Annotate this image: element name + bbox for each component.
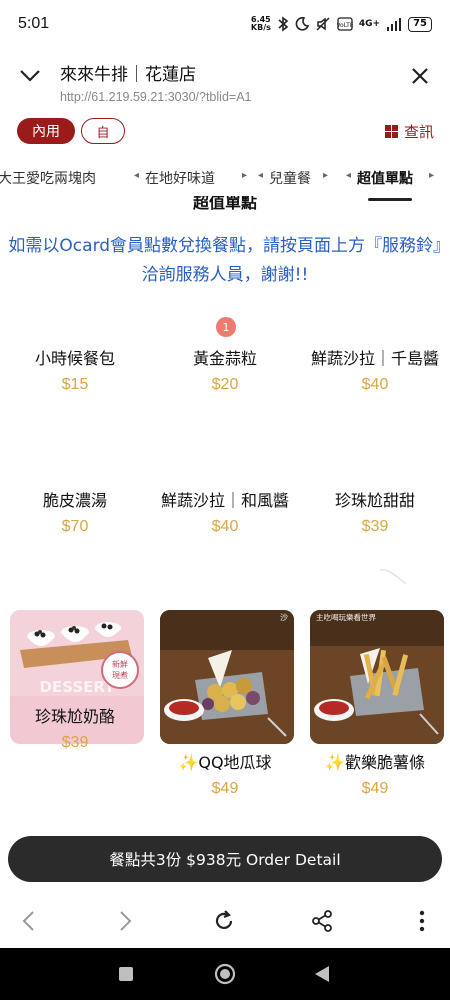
decorative-swirl-icon xyxy=(379,568,407,585)
tab-category-1[interactable]: 大王愛吃兩塊肉 xyxy=(0,168,96,188)
system-nav-bar xyxy=(0,948,450,1000)
tab-separator: ▸ xyxy=(429,170,435,181)
item-price: $40 xyxy=(211,518,239,535)
grid-icon xyxy=(384,124,398,138)
tab-separator: ◂ xyxy=(258,170,264,181)
chevron-down-icon[interactable] xyxy=(0,56,60,96)
tab-separator: ▸ xyxy=(242,170,248,181)
status-bar: 5:01 6.45 KB/s VoLTE 4G+ 75 xyxy=(0,0,450,48)
item-name: ✨歡樂脆薯條 xyxy=(325,753,425,772)
mode-row: 內用 自 查訊 xyxy=(0,116,450,146)
item-price: $40 xyxy=(361,376,389,393)
menu-item[interactable]: ✨歡樂脆薯條 $49 xyxy=(305,750,445,798)
self-pickup-button[interactable]: 自 xyxy=(81,118,125,144)
query-button[interactable]: 查訊 xyxy=(384,118,434,144)
menu-item[interactable]: ✨QQ地瓜球 $49 xyxy=(155,750,295,798)
item-price: $39 xyxy=(61,734,89,751)
menu-item[interactable]: 珍珠尬奶酪 $39 xyxy=(5,704,145,752)
menu-item[interactable]: 小時候餐包 $15 xyxy=(5,346,145,394)
sweet-potato-ball-image[interactable]: 沙 xyxy=(160,610,294,744)
mute-icon xyxy=(316,17,330,31)
svg-text:VoLTE: VoLTE xyxy=(337,22,353,29)
status-time: 5:01 xyxy=(18,15,50,32)
home-icon[interactable] xyxy=(213,962,237,986)
back-triangle-icon[interactable] xyxy=(310,962,334,986)
item-price: $70 xyxy=(61,518,89,535)
item-name: ✨QQ地瓜球 xyxy=(178,753,272,772)
tab-separator: ▸ xyxy=(323,170,329,181)
item-price: $49 xyxy=(211,780,239,797)
signal-icon xyxy=(387,18,402,31)
ball-caption: 沙 xyxy=(280,613,288,622)
tab-category-2[interactable]: 在地好味道 xyxy=(145,168,215,188)
pudding-watermark: DESSERT xyxy=(40,678,116,696)
back-arrow-icon[interactable] xyxy=(8,903,48,939)
close-icon[interactable] xyxy=(390,56,450,96)
fries-image[interactable]: 主吃喝玩樂看世界 xyxy=(310,610,444,744)
item-name: 脆皮濃湯 xyxy=(42,491,107,510)
fries-caption: 主吃喝玩樂看世界 xyxy=(316,612,376,622)
item-name: 黃金蒜粒 xyxy=(192,349,257,368)
menu-item[interactable]: 珍珠尬甜甜 $39 xyxy=(305,488,445,536)
browser-nav xyxy=(0,895,450,947)
cart-count-badge: 1 xyxy=(216,317,236,337)
item-price: $49 xyxy=(361,780,389,797)
dine-in-button[interactable]: 內用 xyxy=(17,118,75,144)
moon-icon xyxy=(295,17,309,31)
browser-title-block: 來來牛排｜花蓮店 http://61.219.59.21:3030/?tblid… xyxy=(60,56,390,104)
item-price: $15 xyxy=(61,376,89,393)
query-label: 查訊 xyxy=(403,122,434,141)
menu-item[interactable]: 脆皮濃湯 $70 xyxy=(5,488,145,536)
section-title: 超值單點 xyxy=(192,196,257,212)
network-speed-unit: KB/s xyxy=(250,23,271,32)
recents-icon[interactable] xyxy=(114,962,138,986)
menu-item[interactable]: 黃金蒜粒 $20 xyxy=(155,346,295,394)
item-name: 鮮蔬沙拉｜和風醬 xyxy=(160,491,289,510)
page-url[interactable]: http://61.219.59.21:3030/?tblid=A1 xyxy=(60,90,390,104)
item-price: $39 xyxy=(361,518,389,535)
item-name: 小時候餐包 xyxy=(34,349,115,368)
pudding-stamp-top: 新鮮 xyxy=(112,659,128,669)
share-icon[interactable] xyxy=(302,903,342,939)
tab-category-3[interactable]: 兒童餐 xyxy=(269,168,311,188)
network-type: 4G+ xyxy=(358,19,381,29)
bluetooth-icon xyxy=(278,16,289,32)
item-name: 珍珠尬奶酪 xyxy=(34,707,115,726)
tab-separator: ◂ xyxy=(134,170,140,181)
battery-icon: 75 xyxy=(408,16,432,32)
item-name: 鮮蔬沙拉｜千島醬 xyxy=(310,349,439,368)
tab-category-4[interactable]: 超值單點 xyxy=(357,168,413,188)
more-vertical-icon[interactable] xyxy=(402,903,442,939)
item-price: $20 xyxy=(211,376,239,393)
volte-icon: VoLTE xyxy=(337,17,353,31)
pudding-stamp-bottom: 現煮 xyxy=(112,670,128,680)
reload-icon[interactable] xyxy=(204,903,244,939)
notice-text: 如需以Ocard會員點數兌換餐點，請按頁面上方『服務鈴』洽詢服務人員，謝謝!! xyxy=(8,236,442,285)
status-icons: 6.45 KB/s VoLTE 4G+ 75 xyxy=(251,16,432,32)
menu-item[interactable]: 鮮蔬沙拉｜和風醬 $40 xyxy=(155,488,295,536)
forward-arrow-icon[interactable] xyxy=(106,903,146,939)
tab-separator: ◂ xyxy=(346,170,352,181)
menu-item[interactable]: 鮮蔬沙拉｜千島醬 $40 xyxy=(305,346,445,394)
browser-header: 來來牛排｜花蓮店 http://61.219.59.21:3030/?tblid… xyxy=(0,48,450,106)
order-detail-button[interactable]: 餐點共3份 $938元 Order Detail xyxy=(8,836,442,882)
network-speed: 6.45 KB/s xyxy=(251,16,271,32)
item-name: 珍珠尬甜甜 xyxy=(334,491,415,510)
page-title: 來來牛排｜花蓮店 xyxy=(60,65,196,85)
